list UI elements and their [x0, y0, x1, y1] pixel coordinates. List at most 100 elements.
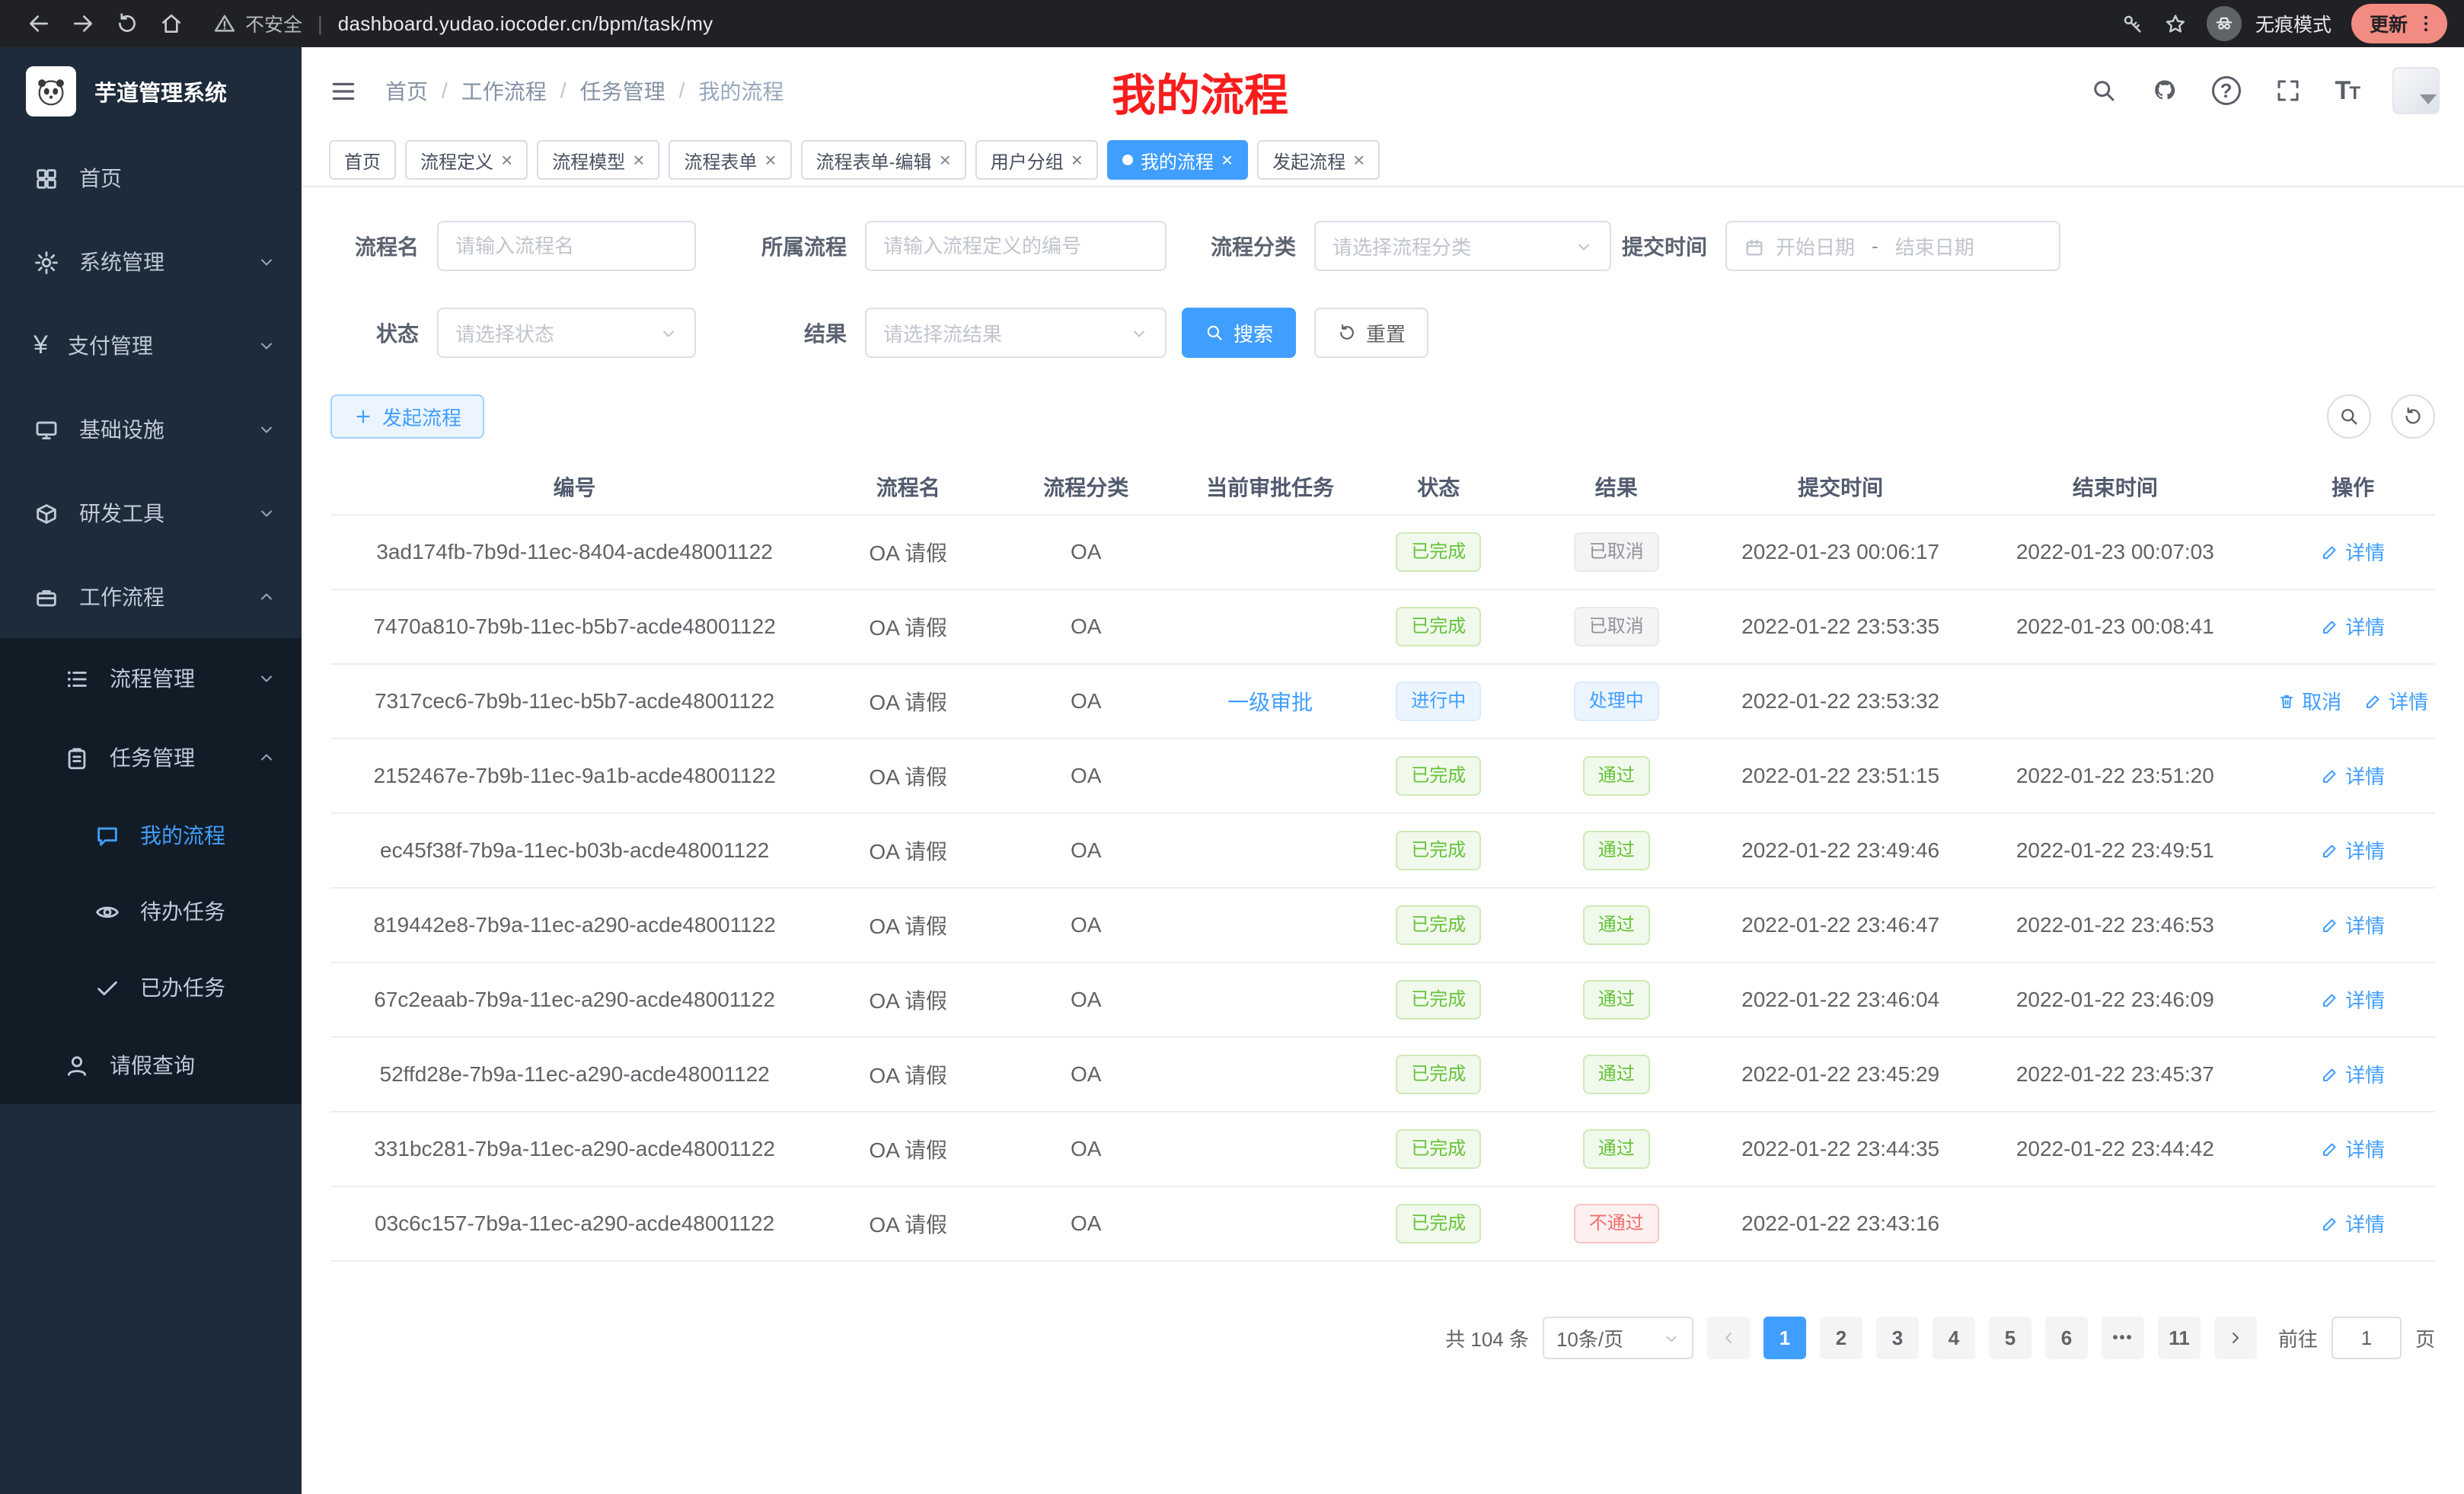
font-size-icon[interactable]: TT [2335, 76, 2359, 106]
security-indicator[interactable]: 不安全 [213, 10, 302, 37]
detail-link[interactable]: 详情 [2321, 1209, 2385, 1237]
toggle-search-button[interactable] [2327, 394, 2371, 439]
search-button[interactable]: 搜索 [1182, 308, 1296, 358]
breadcrumb-item[interactable]: 首页 [385, 75, 428, 106]
category-select[interactable]: 请选择流程分类 [1314, 221, 1611, 271]
close-icon[interactable]: × [501, 150, 512, 170]
hamburger-icon[interactable] [329, 75, 358, 107]
sidebar-item-infrastructure[interactable]: 基础设施 [0, 387, 302, 471]
tab-home[interactable]: 首页 [329, 140, 396, 180]
sidebar-item-done-tasks[interactable]: 已办任务 [0, 949, 302, 1025]
check-icon [94, 972, 120, 1002]
page-button[interactable]: 5 [1989, 1317, 2032, 1359]
definition-field[interactable] [883, 235, 1148, 258]
detail-link[interactable]: 详情 [2321, 761, 2385, 790]
sidebar-item-home[interactable]: 首页 [0, 136, 302, 219]
password-key-icon[interactable] [2121, 11, 2144, 37]
category-label: 流程分类 [1183, 231, 1314, 261]
status-badge: 已完成 [1396, 1055, 1481, 1094]
breadcrumb-item[interactable]: 任务管理 [580, 75, 665, 106]
browser-back-icon[interactable] [17, 5, 61, 43]
table-toolbar: 发起流程 [330, 394, 2435, 439]
browser-forward-icon[interactable] [61, 5, 105, 43]
close-icon[interactable]: × [1221, 150, 1233, 170]
detail-link[interactable]: 详情 [2321, 1135, 2385, 1163]
github-icon[interactable] [2151, 77, 2178, 104]
sidebar-item-label: 请假查询 [110, 1049, 195, 1080]
sidebar-item-system[interactable]: 系统管理 [0, 219, 302, 303]
close-icon[interactable]: × [764, 150, 776, 170]
sidebar-item-todo-tasks[interactable]: 待办任务 [0, 873, 302, 949]
sidebar-item-payment[interactable]: ¥ 支付管理 [0, 303, 302, 387]
detail-link[interactable]: 详情 [2321, 538, 2385, 566]
tab-process-form-edit[interactable]: 流程表单-编辑× [801, 140, 966, 180]
sidebar-item-label: 已办任务 [140, 972, 225, 1002]
breadcrumb-item[interactable]: 工作流程 [461, 75, 547, 106]
current-task-link[interactable]: 一级审批 [1227, 686, 1313, 717]
browser-refresh-icon[interactable] [105, 5, 149, 43]
close-icon[interactable]: × [940, 150, 951, 170]
tab-user-group[interactable]: 用户分组× [975, 140, 1098, 180]
incognito-avatar-icon[interactable] [2207, 6, 2242, 41]
avatar-caret-icon[interactable] [2420, 94, 2437, 104]
close-icon[interactable]: × [633, 150, 644, 170]
sidebar-item-leave-query[interactable]: 请假查询 [0, 1025, 302, 1104]
page-button[interactable]: 6 [2045, 1317, 2088, 1359]
sidebar-item-my-process[interactable]: 我的流程 [0, 796, 302, 873]
sidebar-item-devtools[interactable]: 研发工具 [0, 471, 302, 554]
user-avatar[interactable] [2392, 67, 2440, 114]
close-icon[interactable]: × [1071, 150, 1083, 170]
security-label: 不安全 [245, 10, 302, 37]
goto-page-input[interactable] [2332, 1317, 2402, 1359]
search-icon[interactable] [2090, 77, 2118, 104]
bookmark-star-icon[interactable] [2164, 11, 2187, 37]
sidebar-item-process-mgmt[interactable]: 流程管理 [0, 638, 302, 717]
page-button[interactable]: 11 [2158, 1317, 2201, 1359]
page-button[interactable]: 4 [1933, 1317, 1975, 1359]
tab-process-model[interactable]: 流程模型× [537, 140, 659, 180]
prev-page-button[interactable] [1707, 1317, 1750, 1359]
tab-start-process[interactable]: 发起流程× [1257, 140, 1380, 180]
process-name-input[interactable] [437, 221, 696, 271]
detail-link[interactable]: 详情 [2364, 687, 2428, 715]
next-page-button[interactable] [2214, 1317, 2257, 1359]
help-icon[interactable]: ? [2212, 76, 2241, 105]
definition-input[interactable] [865, 221, 1167, 271]
status-badge: 已完成 [1396, 831, 1481, 870]
pagination: 共 104 条 10条/页 1 2 3 4 5 6 ••• 11 前往 页 [330, 1317, 2435, 1359]
create-process-button[interactable]: 发起流程 [330, 394, 484, 439]
submit-time-label: 提交时间 [1611, 231, 1725, 261]
reset-button[interactable]: 重置 [1314, 308, 1428, 358]
detail-link[interactable]: 详情 [2321, 911, 2385, 939]
sidebar-item-label: 我的流程 [140, 819, 225, 850]
fullscreen-icon[interactable] [2274, 77, 2302, 104]
tab-process-form[interactable]: 流程表单× [669, 140, 791, 180]
refresh-table-button[interactable] [2391, 394, 2435, 439]
result-badge: 已取消 [1574, 532, 1659, 572]
process-name-field[interactable] [455, 235, 678, 258]
page-button[interactable]: 2 [1820, 1317, 1862, 1359]
cancel-link[interactable]: 取消 [2277, 687, 2341, 715]
detail-link[interactable]: 详情 [2321, 985, 2385, 1014]
detail-link[interactable]: 详情 [2321, 836, 2385, 864]
address-bar[interactable]: dashboard.yudao.iocoder.cn/bpm/task/my [338, 12, 713, 36]
more-pages-button[interactable]: ••• [2102, 1317, 2144, 1359]
result-select[interactable]: 请选择流结果 [865, 308, 1167, 358]
page-button[interactable]: 1 [1763, 1317, 1806, 1359]
sidebar-item-task-mgmt[interactable]: 任务管理 [0, 717, 302, 796]
detail-link[interactable]: 详情 [2321, 612, 2385, 640]
status-badge: 已完成 [1396, 980, 1481, 1020]
tab-my-process[interactable]: 我的流程× [1107, 140, 1248, 180]
browser-home-icon[interactable] [149, 5, 193, 43]
sidebar-item-workflow[interactable]: 工作流程 [0, 554, 302, 638]
close-icon[interactable]: × [1353, 150, 1364, 170]
detail-link[interactable]: 详情 [2321, 1060, 2385, 1088]
submit-time-range-picker[interactable]: 开始日期 - 结束日期 [1725, 221, 2060, 271]
app-logo[interactable]: 芋道管理系统 [0, 47, 302, 136]
browser-update-button[interactable]: 更新 [2351, 4, 2447, 43]
page-button[interactable]: 3 [1876, 1317, 1919, 1359]
table-row: 52ffd28e-7b9a-11ec-a290-acde48001122 OA … [330, 1037, 2435, 1112]
status-select[interactable]: 请选择状态 [437, 308, 696, 358]
tab-process-definition[interactable]: 流程定义× [405, 140, 528, 180]
page-size-select[interactable]: 10条/页 [1543, 1317, 1693, 1359]
